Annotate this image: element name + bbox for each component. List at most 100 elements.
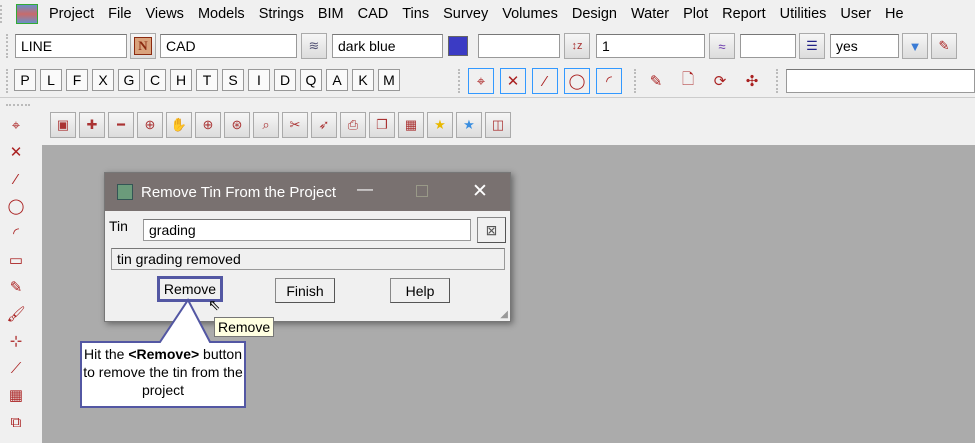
menu-water[interactable]: Water (624, 6, 676, 22)
mode-button-g[interactable]: G (118, 69, 140, 91)
height-field[interactable] (478, 34, 560, 58)
text-icon[interactable]: ✎ (0, 274, 32, 300)
window-icon[interactable]: ❐ (369, 112, 395, 138)
eyedropper-button[interactable]: ✎ (931, 33, 957, 59)
menu-project[interactable]: Project (42, 6, 101, 22)
zoom-previous-icon[interactable]: ⌕ (253, 112, 279, 138)
zoom-extent-icon[interactable]: ⊛ (224, 112, 250, 138)
menu-survey[interactable]: Survey (436, 6, 495, 22)
zoom-icon[interactable]: ⊕ (137, 112, 163, 138)
visible-field[interactable]: yes (830, 34, 899, 58)
circle-icon[interactable]: ◯ (0, 193, 32, 219)
zoom-out-minus-icon[interactable]: ━ (108, 112, 134, 138)
line-weight-icon: ☰ (806, 38, 818, 53)
naming-button[interactable]: N (130, 33, 156, 59)
menu-report[interactable]: Report (715, 6, 773, 22)
symbol-icon[interactable]: ⊹ (0, 328, 32, 354)
cross-icon[interactable]: ✕ (0, 139, 32, 165)
mode-button-x[interactable]: X (92, 69, 114, 91)
layers-button[interactable]: ≋ (301, 33, 327, 59)
help-button[interactable]: Help (390, 278, 450, 303)
snap-circle-icon[interactable]: ◯ (564, 68, 590, 94)
dimension-icon[interactable]: ⟋ (0, 355, 32, 381)
app-logo-icon (16, 3, 38, 24)
mode-button-q[interactable]: Q (300, 69, 322, 91)
colour-field[interactable]: dark blue (332, 34, 443, 58)
paint-icon[interactable]: 🖌 (0, 301, 32, 327)
table-icon[interactable]: ▦ (0, 382, 32, 408)
menu-plot[interactable]: Plot (676, 6, 715, 22)
snap-arc-icon[interactable]: ◜ (596, 68, 622, 94)
close-button[interactable]: ✕ (472, 180, 488, 203)
view-icon[interactable]: ⧉ (0, 409, 32, 435)
menu-models[interactable]: Models (191, 6, 252, 22)
star-blue-icon[interactable]: ★ (456, 112, 482, 138)
pencil-string-icon[interactable]: ✎ (643, 68, 669, 94)
menu-user[interactable]: User (833, 6, 878, 22)
mode-button-m[interactable]: M (378, 69, 400, 91)
point-icon[interactable]: ⌖ (0, 112, 32, 138)
print-icon[interactable]: ⎙ (340, 112, 366, 138)
callout-pre: Hit the (83, 346, 129, 362)
z-value-field[interactable]: 1 (596, 34, 705, 58)
weight-button[interactable]: ☰ (799, 33, 825, 59)
menu-he[interactable]: He (878, 6, 911, 22)
arc-icon[interactable]: ◜ (0, 220, 32, 246)
fan-string-icon[interactable]: ✣ (739, 68, 765, 94)
menu-file[interactable]: File (101, 6, 138, 22)
menu-utilities[interactable]: Utilities (773, 6, 834, 22)
linestyle-field[interactable] (740, 34, 796, 58)
colour-swatch[interactable] (448, 36, 468, 56)
new-view-icon[interactable]: ▣ (50, 112, 76, 138)
mode-button-c[interactable]: C (144, 69, 166, 91)
menu-strings[interactable]: Strings (252, 6, 311, 22)
mode-button-d[interactable]: D (274, 69, 296, 91)
app-cube-icon (117, 184, 133, 200)
tile-icon[interactable]: ◫ (485, 112, 511, 138)
cut-icon[interactable]: ✂ (282, 112, 308, 138)
minimize-button[interactable]: — (357, 181, 373, 199)
menu-cad[interactable]: CAD (351, 6, 396, 22)
mode-button-i[interactable]: I (248, 69, 270, 91)
maximize-button[interactable] (416, 185, 428, 197)
string-name-field[interactable]: LINE (15, 34, 127, 58)
grid-icon[interactable]: ▦ (398, 112, 424, 138)
dialog-title-bar[interactable]: Remove Tin From the Project — ✕ (105, 173, 510, 211)
menu-bim[interactable]: BIM (311, 6, 351, 22)
mode-button-p[interactable]: P (14, 69, 36, 91)
finish-button[interactable]: Finish (275, 278, 335, 303)
mode-button-k[interactable]: K (352, 69, 374, 91)
resize-grip-icon[interactable]: ◢ (500, 309, 508, 320)
star-icon[interactable]: ★ (427, 112, 453, 138)
rectangle-icon[interactable]: ▭ (0, 247, 32, 273)
zoom-window-icon[interactable]: ⊕ (195, 112, 221, 138)
line-icon[interactable]: ⁄ (0, 166, 32, 192)
tin-input[interactable]: grading (143, 219, 471, 241)
command-input[interactable] (786, 69, 975, 93)
grip (6, 104, 30, 106)
mode-button-a[interactable]: A (326, 69, 348, 91)
document-string-icon[interactable]: 🗋 (675, 68, 701, 94)
linestyle-button[interactable]: ≈ (709, 33, 735, 59)
menu-volumes[interactable]: Volumes (495, 6, 565, 22)
zoom-in-plus-icon[interactable]: ✚ (79, 112, 105, 138)
mode-button-h[interactable]: H (170, 69, 192, 91)
tin-pick-button[interactable]: ⊠ (477, 217, 506, 243)
pan-hand-icon[interactable]: ✋ (166, 112, 192, 138)
z-button[interactable]: ↕z (564, 33, 590, 59)
mode-button-t[interactable]: T (196, 69, 218, 91)
snap-intersection-icon[interactable]: ✕ (500, 68, 526, 94)
mode-button-f[interactable]: F (66, 69, 88, 91)
mode-button-s[interactable]: S (222, 69, 244, 91)
menu-design[interactable]: Design (565, 6, 624, 22)
mode-toolbar: PLFXGCHTSIDQAKM ⌖ ✕ ⁄ ◯ ◜ ✎ 🗋 ⟳ ✣ (0, 67, 975, 95)
snap-line-icon[interactable]: ⁄ (532, 68, 558, 94)
snap-point-icon[interactable]: ⌖ (468, 68, 494, 94)
menu-tins[interactable]: Tins (395, 6, 436, 22)
dropdown-button[interactable]: ▼ (902, 33, 928, 59)
pick-icon[interactable]: ➶ (311, 112, 337, 138)
model-field[interactable]: CAD (160, 34, 297, 58)
refresh-string-icon[interactable]: ⟳ (707, 68, 733, 94)
mode-button-l[interactable]: L (40, 69, 62, 91)
menu-views[interactable]: Views (139, 6, 191, 22)
